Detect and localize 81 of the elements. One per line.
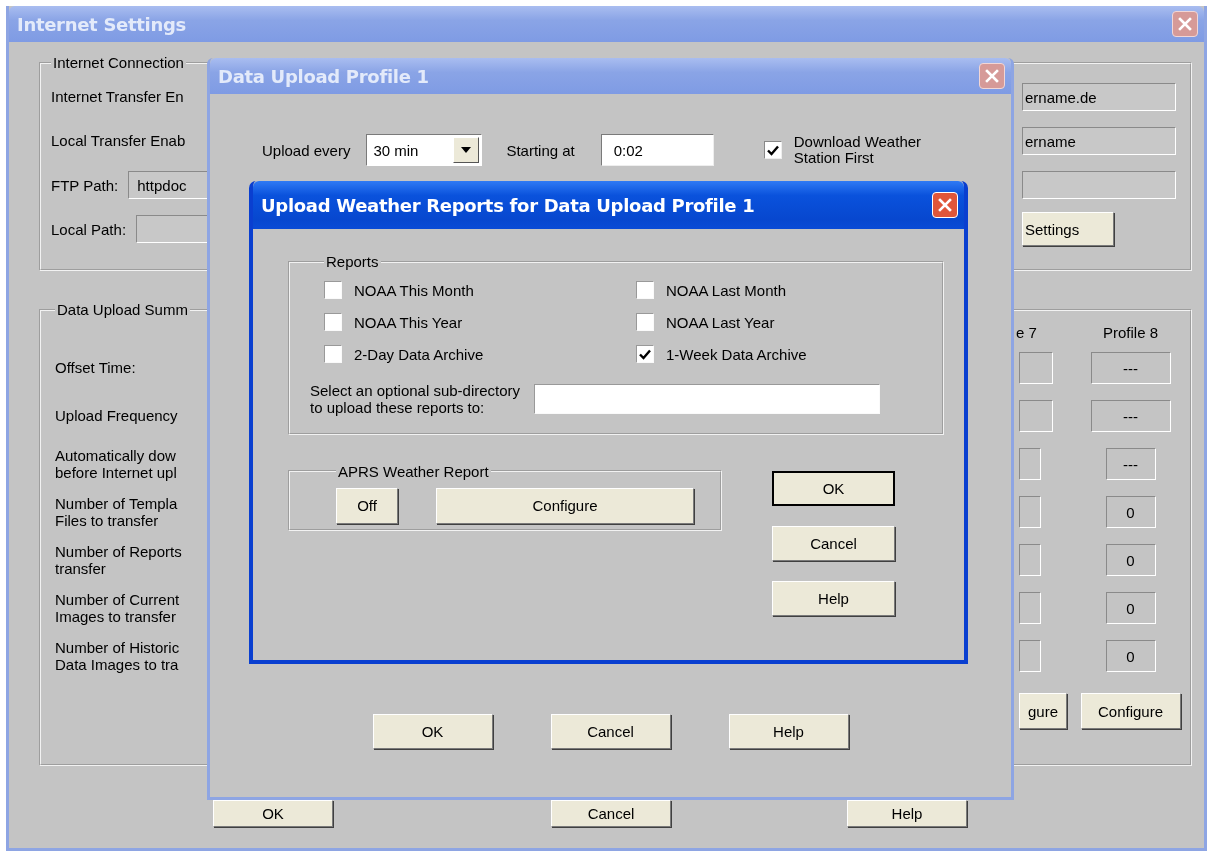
value-cell: --- — [1090, 352, 1171, 384]
dialog-button[interactable]: OK — [772, 470, 895, 506]
dialog-button[interactable]: Help — [728, 714, 849, 749]
text-field[interactable]: ername.de — [1022, 83, 1176, 111]
field-label: Upload every — [262, 141, 351, 159]
window-title: Internet Settings — [17, 13, 186, 35]
value-cell: 0 — [1105, 592, 1156, 624]
column-header: e 7 — [1015, 323, 1038, 341]
field-label: Local Transfer Enab — [51, 132, 187, 150]
dialog-button[interactable]: Cancel — [551, 800, 671, 827]
checkbox-label: 2-Day Data Archive — [354, 345, 484, 363]
path-field[interactable] — [136, 215, 209, 243]
checkbox-label: Download Weather Station First — [793, 134, 922, 166]
value-cell — [1019, 352, 1053, 384]
text-field[interactable]: ername — [1022, 127, 1176, 155]
checkbox[interactable] — [324, 313, 342, 331]
close-icon — [985, 69, 999, 83]
field-label: Local Path: — [51, 220, 127, 238]
value-cell: --- — [1105, 448, 1156, 480]
checkbox-label: 1-Week Data Archive — [666, 345, 807, 363]
checkbox[interactable] — [324, 281, 342, 299]
row-label: Upload Frequency — [55, 407, 179, 425]
row-label: Number of Reports transfer — [55, 542, 183, 578]
configure-button[interactable]: gure — [1019, 693, 1067, 729]
dialog-button[interactable]: Help — [772, 580, 895, 616]
checkbox[interactable] — [636, 313, 654, 331]
checkbox-label: NOAA Last Year — [666, 313, 775, 331]
checkbox-label: NOAA This Year — [354, 313, 463, 331]
dialog-button[interactable]: Help — [847, 800, 967, 827]
value-cell: 0 — [1105, 496, 1156, 528]
value-cell — [1019, 400, 1053, 432]
settings-button[interactable]: Settings — [1022, 212, 1114, 246]
row-label: Number of Templa Files to transfer — [55, 494, 179, 530]
checkbox-label: NOAA Last Month — [666, 281, 787, 299]
checkbox[interactable] — [324, 345, 342, 363]
group-title: Internet Connection — [52, 54, 185, 71]
value-cell — [1019, 448, 1041, 480]
caret-icon — [461, 147, 472, 153]
check-icon — [639, 348, 651, 360]
field-label: FTP Path: — [51, 176, 119, 194]
row-label: Number of Historic Data Images to tra — [55, 638, 181, 674]
group-title: Reports — [325, 253, 380, 270]
dialog-button[interactable]: OK — [372, 714, 493, 749]
value-cell — [1019, 496, 1041, 528]
dialog-button[interactable]: OK — [213, 800, 333, 827]
close-button[interactable] — [1172, 11, 1198, 37]
checkbox-label: NOAA This Month — [354, 281, 474, 299]
field-label: Internet Transfer En — [51, 88, 185, 106]
checkbox[interactable] — [636, 281, 654, 299]
group-title: APRS Weather Report — [337, 462, 490, 480]
field-label: Starting at — [506, 141, 575, 159]
subdirectory-field[interactable] — [534, 384, 881, 415]
row-label: Number of Current Images to transfer — [55, 590, 181, 626]
row-label: Offset Time: — [55, 359, 137, 377]
configure-button[interactable]: Configure — [1080, 693, 1181, 729]
value-cell: 0 — [1105, 640, 1156, 672]
value-cell — [1019, 544, 1041, 576]
check-icon — [766, 144, 779, 156]
checkbox[interactable] — [763, 141, 782, 159]
off-button[interactable]: Off — [336, 487, 398, 524]
value-cell: 0 — [1105, 544, 1156, 576]
window-title: Upload Weather Reports for Data Upload Profile 1 — [261, 194, 755, 216]
value-cell — [1019, 592, 1041, 624]
value-cell: --- — [1090, 400, 1171, 432]
close-icon — [938, 198, 952, 212]
window-title: Data Upload Profile 1 — [218, 65, 429, 87]
dialog-button[interactable]: Cancel — [550, 714, 671, 749]
dialog-button[interactable]: Cancel — [772, 525, 895, 561]
checkbox[interactable] — [636, 345, 654, 363]
close-button[interactable] — [979, 63, 1005, 89]
close-icon — [1178, 17, 1192, 31]
row-label: Automatically dow before Internet upl — [55, 446, 178, 482]
interval-dropdown[interactable]: 30 min — [366, 134, 483, 166]
value-cell — [1019, 640, 1041, 672]
path-field[interactable]: httpdoc — [128, 171, 209, 199]
time-field[interactable]: 0:02 — [600, 134, 714, 166]
configure-button[interactable]: Configure — [436, 487, 694, 524]
field-label: Select an optional sub-directory to upload these reports to: — [310, 382, 521, 417]
text-field[interactable] — [1022, 171, 1176, 199]
column-header: Profile 8 — [1103, 323, 1158, 341]
group-title: Data Upload Summ — [56, 301, 189, 318]
